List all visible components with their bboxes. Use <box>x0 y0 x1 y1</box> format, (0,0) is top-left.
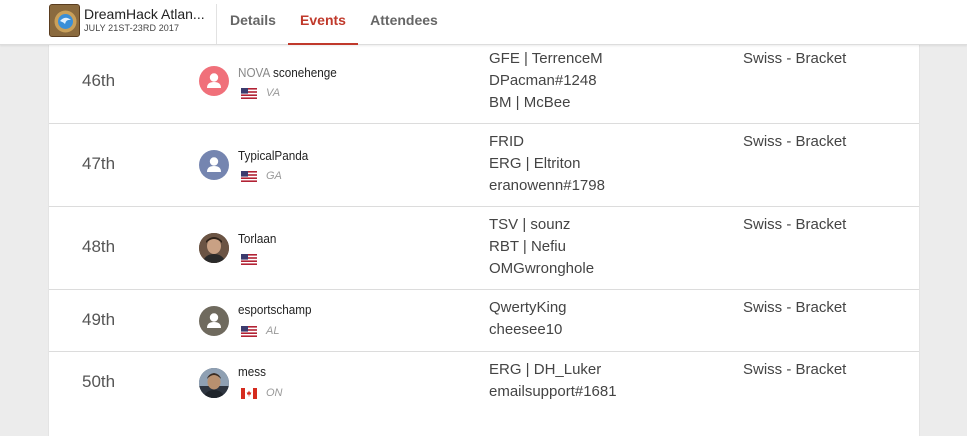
table-row[interactable]: 48th Torlaan TSV | sounz RBT | Nefiu OMG… <box>49 207 919 290</box>
tab-events[interactable]: Events <box>288 0 358 45</box>
region-label: AL <box>266 325 280 337</box>
deck-line: QwertyKing <box>489 299 567 316</box>
format-label: Swiss - Bracket <box>743 299 847 316</box>
deck-list: ERG | DH_Luker emailsupport#1681 <box>489 359 617 403</box>
deck-line: DPacman#1248 <box>489 72 597 89</box>
tab-details[interactable]: Details <box>218 0 288 45</box>
format-label: Swiss - Bracket <box>743 50 847 67</box>
table-row[interactable]: 50th mess ON ERG | DH_Luker emailsupport… <box>49 352 919 436</box>
deck-line: FRID <box>489 133 524 150</box>
hearthstone-logo-icon <box>49 4 80 37</box>
deck-line: cheesee10 <box>489 321 563 338</box>
us-flag-icon <box>241 88 257 99</box>
default-person-icon[interactable] <box>199 66 229 96</box>
standings-panel: 46th NOVA sconehenge VA GFE | TerrenceM D… <box>48 44 920 436</box>
default-person-icon[interactable] <box>199 306 229 336</box>
rank-label: 46th <box>82 71 116 90</box>
player-name[interactable]: mess <box>238 364 266 379</box>
top-bar: DreamHack Atlan... JULY 21ST-23RD 2017 D… <box>0 0 967 45</box>
rank-label: 50th <box>82 372 116 391</box>
format-label: Swiss - Bracket <box>743 133 847 150</box>
deck-list: QwertyKing cheesee10 <box>489 297 567 341</box>
us-flag-icon <box>241 326 257 337</box>
format-label: Swiss - Bracket <box>743 216 847 233</box>
format-label: Swiss - Bracket <box>743 361 847 378</box>
default-person-icon[interactable] <box>199 150 229 180</box>
rank-label: 49th <box>82 310 116 329</box>
region-label: GA <box>266 170 282 182</box>
deck-list: FRID ERG | Eltriton eranowenn#1798 <box>489 131 605 197</box>
deck-line: RBT | Nefiu <box>489 238 566 255</box>
us-flag-icon <box>241 171 257 182</box>
deck-line: emailsupport#1681 <box>489 383 617 400</box>
event-dates: JULY 21ST-23RD 2017 <box>84 23 180 33</box>
deck-list: GFE | TerrenceM DPacman#1248 BM | McBee <box>489 48 603 114</box>
player-name[interactable]: esportschamp <box>238 302 311 317</box>
deck-line: ERG | Eltriton <box>489 155 581 172</box>
deck-line: TSV | sounz <box>489 216 571 233</box>
event-brand[interactable]: DreamHack Atlan... JULY 21ST-23RD 2017 <box>47 4 217 44</box>
deck-line: OMGwronghole <box>489 260 595 277</box>
deck-line: eranowenn#1798 <box>489 177 605 194</box>
region-label: VA <box>266 87 281 99</box>
photo-avatar[interactable] <box>199 368 229 398</box>
player-handle: esportschamp <box>238 302 312 317</box>
event-name: DreamHack Atlan... <box>84 6 205 22</box>
deck-line: BM | McBee <box>489 94 571 111</box>
rank-label: 47th <box>82 154 116 173</box>
player-name[interactable]: NOVA sconehenge <box>238 65 337 80</box>
region-label: ON <box>266 387 283 399</box>
tab-attendees[interactable]: Attendees <box>358 0 450 45</box>
rank-label: 48th <box>82 237 116 256</box>
player-handle: sconehenge <box>273 65 337 80</box>
player-name[interactable]: TypicalPanda <box>238 148 308 163</box>
deck-list: TSV | sounz RBT | Nefiu OMGwronghole <box>489 214 594 280</box>
team-tag: NOVA <box>238 65 271 80</box>
us-flag-icon <box>241 254 257 265</box>
player-name[interactable]: Torlaan <box>238 231 276 246</box>
table-row[interactable]: 46th NOVA sconehenge VA GFE | TerrenceM D… <box>49 44 919 124</box>
player-handle: mess <box>238 364 266 379</box>
player-handle: Torlaan <box>238 231 277 246</box>
table-row[interactable]: 47th TypicalPanda GA FRID ERG | Eltriton… <box>49 124 919 207</box>
table-row[interactable]: 49th esportschamp AL QwertyKing cheesee1… <box>49 290 919 352</box>
deck-line: ERG | DH_Luker <box>489 361 602 378</box>
player-handle: TypicalPanda <box>238 148 309 163</box>
ca-flag-icon <box>241 388 257 399</box>
photo-avatar[interactable] <box>199 233 229 263</box>
deck-line: GFE | TerrenceM <box>489 50 603 67</box>
